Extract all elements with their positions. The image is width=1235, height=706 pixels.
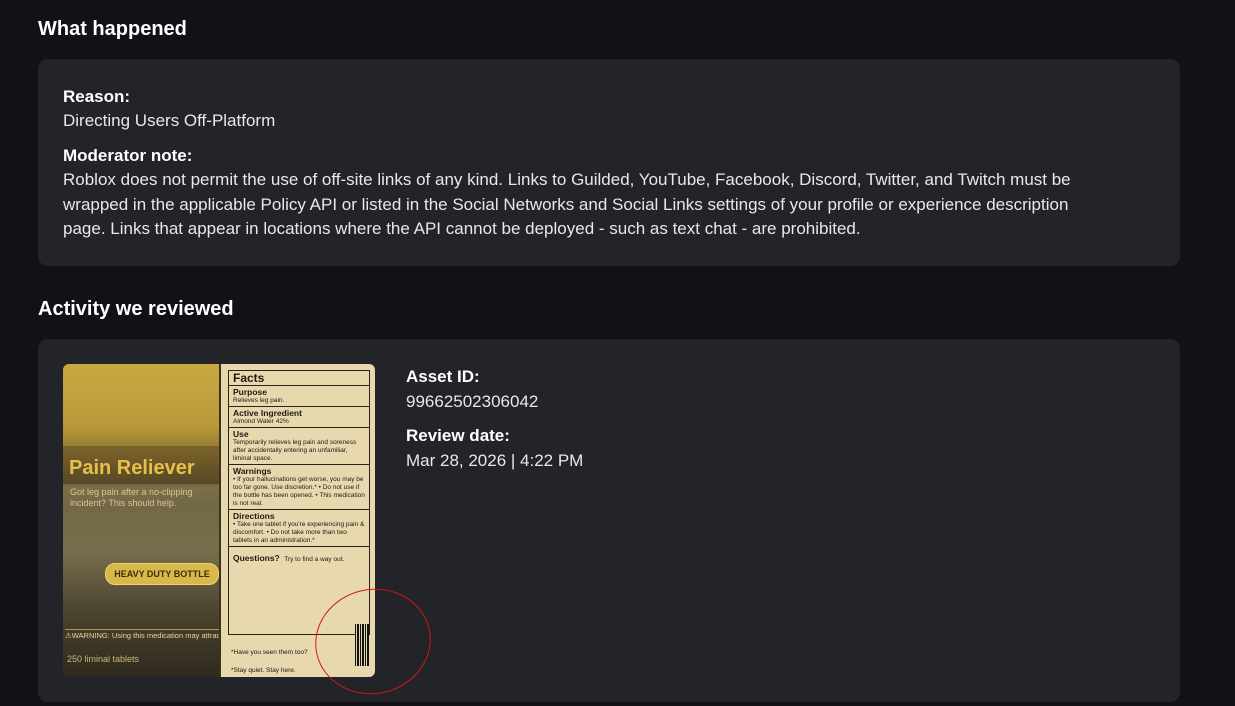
product-tagline: Got leg pain after a no-clipping inciden… [70, 487, 193, 508]
product-count: 250 liminal tablets [67, 654, 140, 664]
review-date-value: Mar 28, 2026 | 4:22 PM [406, 451, 584, 470]
facts-section: Purpose Relieves leg pain. [229, 385, 369, 406]
facts-section-title: Questions? [233, 553, 280, 563]
facts-section-title: Directions [233, 511, 275, 521]
facts-section: Warnings • If your hallucinations get wo… [229, 464, 369, 509]
product-pill-label: HEAVY DUTY BOTTLE [105, 563, 219, 585]
what-happened-card: Reason: Directing Users Off-Platform Mod… [38, 59, 1180, 266]
facts-section-body: Temporarily relieves leg pain and sorene… [233, 439, 357, 462]
product-warning: ⚠WARNING: Using this medication may attr… [65, 629, 219, 640]
facts-section-body: • If your hallucinations get worse, you … [233, 476, 365, 507]
facts-section: Directions • Take one tablet if you're e… [229, 509, 369, 546]
product-name: Pain Reliever [69, 457, 195, 479]
moderator-note-line: wrapped in the applicable Policy API or … [63, 194, 1069, 214]
facts-section-body: • Take one tablet if you're experiencing… [233, 521, 365, 544]
facts-section: Use Temporarily relieves leg pain and so… [229, 427, 369, 464]
facts-section-title: Use [233, 429, 249, 439]
facts-section-body: Relieves leg pain. [233, 397, 285, 404]
facts-section-title: Purpose [233, 387, 268, 397]
facts-section-title: Active Ingredient [233, 408, 302, 418]
moderator-note-text: Roblox does not permit the use of off-si… [63, 168, 1163, 242]
facts-title: Facts [233, 371, 265, 385]
review-date-label: Review date: [406, 426, 510, 445]
facts-section-body: Try to find a way out. [284, 556, 345, 563]
facts-section-body: Almond Water 42% [233, 418, 289, 425]
reason-value: Directing Users Off-Platform [63, 111, 276, 130]
facts-section: Active Ingredient Almond Water 42% [229, 406, 369, 427]
moderator-note-line: Roblox does not permit the use of off-si… [63, 170, 1071, 189]
asset-id-label: Asset ID: [406, 367, 480, 386]
activity-card: Pain Reliever Got leg pain after a no-cl… [38, 339, 1180, 705]
section-title-activity: Activity we reviewed [38, 298, 234, 320]
moderator-note-line: page. Links that appear in locations whe… [63, 219, 861, 238]
facts-section: Questions? Try to find a way out. [229, 546, 369, 567]
asset-id-value: 99662502306042 [406, 392, 539, 411]
facts-section-title: Warnings [233, 466, 272, 476]
reason-label: Reason: [63, 87, 131, 106]
section-title-what-happened: What happened [38, 18, 187, 40]
moderator-note-label: Moderator note: [63, 146, 193, 165]
